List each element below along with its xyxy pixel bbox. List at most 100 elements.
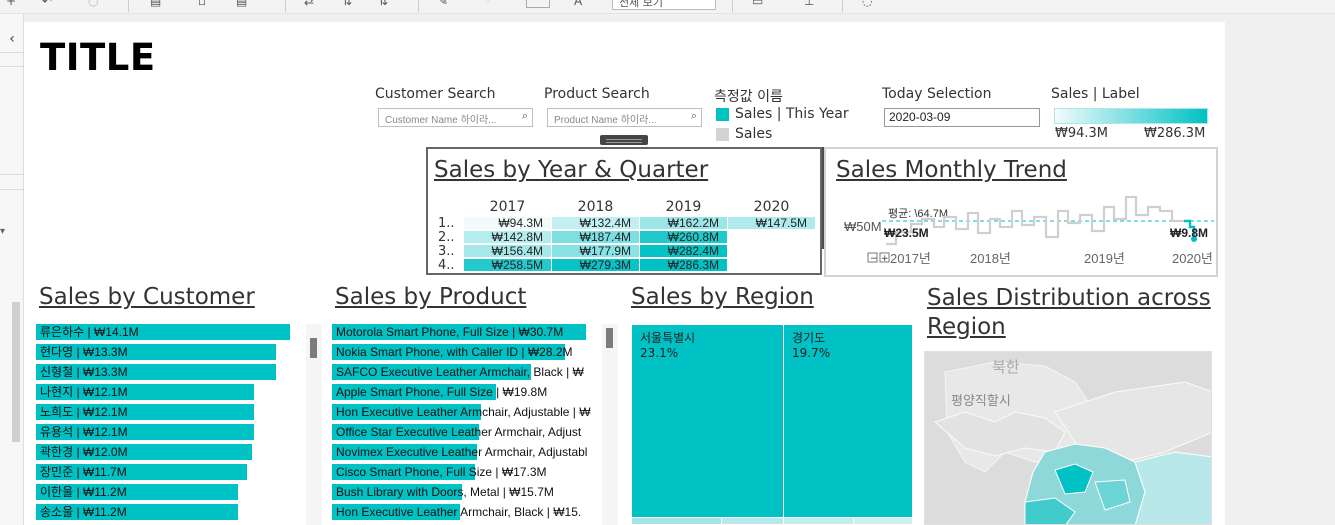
bar-row[interactable]: 현다영 | ₩13.3M bbox=[36, 344, 290, 360]
bar-row[interactable]: 장민준 | ₩11.7M bbox=[36, 464, 290, 480]
bar-label: Apple Smart Phone, Full Size | ₩19.8M bbox=[336, 385, 548, 399]
bar-row[interactable]: Cisco Smart Phone, Full Size | ₩17.3M bbox=[332, 464, 586, 480]
bar-label: 곽한경 | ₩12.0M bbox=[40, 445, 128, 459]
bar-row[interactable]: 신형철 | ₩13.3M bbox=[36, 364, 290, 380]
fit-icon[interactable] bbox=[526, 0, 550, 8]
product-panel-title: Sales by Product bbox=[335, 284, 527, 310]
bar-row[interactable]: 류은하수 | ₩14.1M bbox=[36, 324, 290, 340]
new-sheet-icon[interactable]: ▤ bbox=[150, 0, 161, 8]
tooltip-icon[interactable]: ⊥ bbox=[804, 0, 814, 8]
bar-row[interactable]: Hon Executive Leather Armchair, Adjustab… bbox=[332, 404, 591, 420]
scroll-thumb[interactable] bbox=[606, 328, 613, 348]
chevron-left-icon[interactable]: ‹ bbox=[3, 30, 21, 48]
product-search-input[interactable]: Product Name 하이라... ⌕ bbox=[547, 108, 702, 127]
legend-item-sales-this-year[interactable]: Sales | This Year bbox=[716, 106, 849, 122]
search-icon[interactable]: ⌕ bbox=[691, 110, 697, 123]
table-cell[interactable]: ₩187.4M bbox=[552, 231, 640, 244]
undo-icon[interactable]: ↶ bbox=[42, 0, 52, 8]
product-bar-list[interactable]: Motorola Smart Phone, Full Size | ₩30.7M… bbox=[332, 324, 600, 525]
sort-desc-icon[interactable]: ⇅ bbox=[378, 0, 388, 8]
axis-label: ₩50M bbox=[844, 219, 882, 234]
bar-row[interactable]: 송소울 | ₩11.2M bbox=[36, 504, 290, 520]
table-cell[interactable]: ₩177.9M bbox=[552, 245, 640, 258]
bar-row[interactable]: 나현지 | ₩12.1M bbox=[36, 384, 290, 400]
treemap-tile[interactable] bbox=[632, 518, 722, 525]
bar-row[interactable]: Apple Smart Phone, Full Size | ₩19.8M bbox=[332, 384, 586, 400]
bar-row[interactable]: 노희도 | ₩12.1M bbox=[36, 404, 290, 420]
legend-item-sales[interactable]: Sales bbox=[716, 126, 772, 142]
treemap-tile[interactable] bbox=[784, 518, 854, 525]
table-cell[interactable]: ₩94.3M bbox=[464, 217, 552, 230]
today-date-input[interactable]: 2020-03-09 bbox=[884, 108, 1040, 127]
table-cell[interactable]: ₩282.4M bbox=[640, 245, 728, 258]
dashboard-title: TITLE bbox=[40, 36, 156, 79]
bar-row[interactable]: Office Star Executive Leather Armchair, … bbox=[332, 424, 586, 440]
region-map[interactable]: 북한 평양직할시 bbox=[924, 351, 1212, 525]
search-icon[interactable]: ⌕ bbox=[522, 110, 528, 123]
bar-label: Cisco Smart Phone, Full Size | ₩17.3M bbox=[336, 465, 547, 479]
share-icon[interactable]: ◌ bbox=[862, 0, 872, 8]
app-toolbar: + ↶ ○ ▤ ▫ ▤ ⇄ ⇅ ⇅ ✎ ◦ A 전체 보기 ▭ ⊥ ◌ bbox=[0, 0, 1335, 14]
measure-legend-title: 측정값 이름 bbox=[714, 89, 783, 105]
scroll-thumb[interactable] bbox=[310, 338, 317, 358]
customer-search-input[interactable]: Customer Name 하이라... ⌕ bbox=[378, 108, 533, 127]
table-cell[interactable]: ₩258.5M bbox=[464, 259, 552, 272]
treemap-tile[interactable] bbox=[722, 518, 784, 525]
bar-label: 류은하수 | ₩14.1M bbox=[40, 325, 139, 339]
drag-handle[interactable] bbox=[600, 135, 648, 145]
today-selection-label: Today Selection bbox=[882, 86, 992, 102]
canvas-margin bbox=[1225, 14, 1335, 525]
add-icon[interactable]: + bbox=[6, 0, 16, 8]
show-cards-icon[interactable]: ▭ bbox=[752, 0, 763, 8]
table-cell[interactable]: ₩156.4M bbox=[464, 245, 552, 258]
table-cell[interactable]: ₩286.3M bbox=[640, 259, 728, 272]
bar-row[interactable]: Hon Executive Leather Armchair, Black | … bbox=[332, 504, 586, 520]
highlight-icon[interactable]: ✎ bbox=[438, 0, 448, 8]
clear-sheet-icon[interactable]: ▤ bbox=[236, 0, 247, 8]
customer-search-label: Customer Search bbox=[375, 86, 496, 102]
table-cell[interactable]: ₩279.3M bbox=[552, 259, 640, 272]
product-scrollbar[interactable] bbox=[602, 324, 618, 525]
bar-row[interactable]: SAFCO Executive Leather Armchair, Black … bbox=[332, 364, 586, 380]
bar-row[interactable]: Bush Library with Doors, Metal | ₩15.7M bbox=[332, 484, 586, 500]
bar-row[interactable]: Nokia Smart Phone, with Caller ID | ₩28.… bbox=[332, 344, 586, 360]
table-cell[interactable]: ₩142.8M bbox=[464, 231, 552, 244]
bar-label: 유용석 | ₩12.1M bbox=[40, 425, 128, 439]
sales-label-legend-title: Sales | Label bbox=[1051, 86, 1140, 102]
bar-label: Office Star Executive Leather Armchair, … bbox=[336, 425, 582, 439]
table-cell[interactable]: ₩132.4M bbox=[552, 217, 640, 230]
table-cell[interactable]: ₩162.2M bbox=[640, 217, 728, 230]
year-header: 2017 bbox=[489, 199, 526, 215]
bar-row[interactable]: Novimex Executive Leather Armchair, Adju… bbox=[332, 444, 588, 460]
end-value-label: ₩9.8M bbox=[1170, 226, 1208, 240]
sort-asc-icon[interactable]: ⇅ bbox=[342, 0, 352, 8]
year-quarter-table[interactable]: Sales by Year & Quarter 2017 2018 2019 2… bbox=[426, 147, 822, 275]
treemap-tile[interactable]: 경기도 19.7% bbox=[784, 325, 913, 518]
table-cell[interactable]: ₩260.8M bbox=[640, 231, 728, 244]
distribution-panel-title: Sales Distribution across Region bbox=[927, 285, 1211, 340]
pin-icon[interactable]: ◦ bbox=[484, 0, 491, 8]
monthly-trend-chart[interactable]: Sales Monthly Trend 평균: \64.7M ₩50M ₩23.… bbox=[824, 147, 1218, 277]
region-treemap[interactable]: 서울특별시 23.1% 경기도 19.7% bbox=[632, 325, 913, 525]
duplicate-icon[interactable]: ▫ bbox=[198, 0, 206, 8]
map-shapes bbox=[925, 352, 1211, 524]
customer-bar-list[interactable]: 류은하수 | ₩14.1M 현다영 | ₩13.3M 신형철 | ₩13.3M 나현지… bbox=[36, 324, 306, 525]
view-select[interactable]: 전체 보기 bbox=[612, 0, 716, 10]
bar-row[interactable]: 유용석 | ₩12.1M bbox=[36, 424, 290, 440]
customer-scrollbar[interactable] bbox=[306, 324, 322, 525]
svg-text:−: − bbox=[870, 254, 878, 264]
treemap-tile[interactable]: 서울특별시 23.1% bbox=[632, 325, 784, 518]
swap-icon[interactable]: ⇄ bbox=[304, 0, 314, 8]
bar-row[interactable]: 곽한경 | ₩12.0M bbox=[36, 444, 290, 460]
table-cell[interactable]: ₩147.5M bbox=[728, 217, 816, 230]
bar-label: Novimex Executive Leather Armchair, Adju… bbox=[336, 445, 588, 459]
bar-row[interactable]: Motorola Smart Phone, Full Size | ₩30.7M bbox=[332, 324, 586, 340]
side-marker: ▾ bbox=[0, 226, 6, 237]
treemap-tile[interactable] bbox=[854, 518, 913, 525]
side-scrollbar[interactable] bbox=[12, 302, 20, 442]
redo-icon[interactable]: ○ bbox=[88, 0, 98, 8]
x-tick: 2020년 bbox=[1172, 251, 1213, 266]
bar-row[interactable]: 이한울 | ₩11.2M bbox=[36, 484, 290, 500]
format-icon[interactable]: A bbox=[574, 0, 582, 8]
region-panel-title: Sales by Region bbox=[631, 284, 814, 310]
